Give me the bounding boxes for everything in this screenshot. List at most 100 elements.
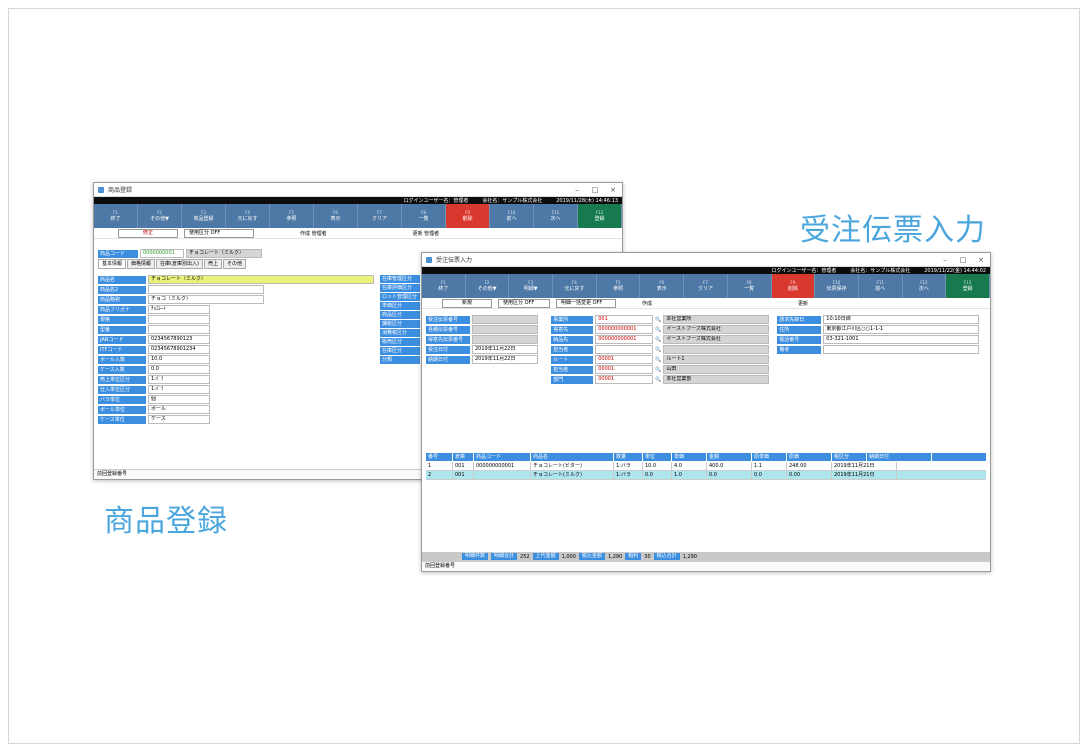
field-input[interactable]: ボール (148, 405, 210, 414)
toolbar-button[interactable]: F4 元に戻す (226, 204, 270, 228)
field-input[interactable]: 個 (148, 395, 210, 404)
code-input[interactable]: 00001 (595, 355, 654, 364)
toolbar-button[interactable]: F11 次へ (534, 204, 578, 228)
field-input[interactable]: ﾁｮｺﾚｰﾄ (148, 305, 210, 314)
field-input[interactable]: 0234567890123 (148, 335, 210, 344)
grid-cell[interactable]: 4.0 (672, 462, 707, 470)
code-field[interactable]: 0000000001 (140, 249, 184, 258)
tab-3[interactable]: 売上 (203, 259, 222, 269)
grid-cell[interactable]: 248.00 (787, 462, 832, 470)
search-icon[interactable]: 🔍 (655, 317, 661, 323)
field-input[interactable]: 02345678901234 (148, 345, 210, 354)
tab-0[interactable]: 基本情報 (98, 259, 127, 269)
grid-cell[interactable]: 000000000001 (474, 462, 531, 470)
toolbar-button[interactable]: F10 伝票保存 (815, 274, 859, 298)
field-input[interactable] (472, 315, 538, 324)
grid-cell[interactable]: チョコレート(ビター) (531, 462, 614, 470)
field-input[interactable]: ケース (148, 415, 210, 424)
grid-cell[interactable]: 1 (426, 462, 453, 470)
field-input[interactable] (472, 325, 538, 334)
toolbar-button[interactable]: F4 元に戻す (553, 274, 597, 298)
grid-cell[interactable]: 0.00 (787, 471, 832, 479)
grid-cell[interactable]: チョコレート(ミルク) (531, 471, 614, 479)
tab-1[interactable]: 価格情報 (127, 259, 156, 269)
toolbar-button[interactable]: F12 次へ (903, 274, 947, 298)
code-input[interactable]: 001 (595, 315, 654, 324)
toolbar-button[interactable]: F10 前へ (490, 204, 534, 228)
search-icon[interactable]: 🔍 (655, 367, 661, 373)
toolbar-button[interactable]: F3 商品登録 (182, 204, 226, 228)
toolbar-button[interactable]: F7 クリア (684, 274, 728, 298)
field-input[interactable] (148, 315, 210, 324)
grid-row[interactable]: 1 001 000000000001 チョコレート(ビター) 1:バラ 10.0 4.0 40… (426, 462, 986, 471)
grid-cell[interactable]: 1.1 (752, 462, 787, 470)
toolbar-button[interactable]: F2 その他▼ (466, 274, 510, 298)
grid-cell[interactable]: 001 (453, 462, 474, 470)
search-icon[interactable]: 🔍 (655, 337, 661, 343)
toolbar-button[interactable]: F3 明細▼ (509, 274, 554, 298)
toolbar-button[interactable]: F13 登録 (946, 274, 990, 298)
maximize-icon[interactable]: □ (586, 186, 604, 194)
usage-flag[interactable]: 使用区分 OFF (184, 228, 254, 238)
minimize-icon[interactable]: – (936, 256, 954, 264)
search-icon[interactable]: 🔍 (655, 327, 661, 333)
field-input[interactable]: 10:10日締 (823, 315, 980, 324)
field-input[interactable]: 2019年11月22日 (472, 345, 538, 354)
grid-cell[interactable]: 1:バラ (614, 471, 643, 479)
toolbar-button[interactable]: F9 削除 (446, 204, 490, 228)
minimize-icon[interactable]: – (568, 186, 586, 194)
field-input[interactable]: 1:ﾊﾞﾗ (148, 385, 210, 394)
grid-cell[interactable]: 0.0 (707, 471, 752, 479)
code-input[interactable]: 00001 (595, 365, 654, 374)
maximize-icon[interactable]: □ (954, 256, 972, 264)
toolbar-button[interactable]: F11 前へ (859, 274, 903, 298)
tab-4[interactable]: その他 (222, 259, 246, 269)
toolbar-button[interactable]: F8 一覧 (728, 274, 772, 298)
grid-cell[interactable]: 1:バラ (614, 462, 643, 470)
bulk-change-flag[interactable]: 明細一括変更 OFF (556, 298, 616, 308)
grid-cell[interactable]: 0.0 (752, 471, 787, 479)
field-input[interactable]: 1:ﾊﾞﾗ (148, 375, 210, 384)
grid-cell[interactable]: 10.0 (643, 462, 672, 470)
toolbar-button[interactable]: F8 一覧 (402, 204, 446, 228)
field-input[interactable]: 東京都江戸川区○○1-1-1 (823, 325, 980, 334)
code-input[interactable]: 00001 (595, 375, 654, 384)
grid-cell[interactable]: 2 (426, 471, 453, 479)
grid-cell[interactable]: 2019年11月21日 (832, 471, 897, 479)
grid-cell[interactable]: 2019年11月21日 (832, 462, 897, 470)
field-input[interactable] (148, 325, 210, 334)
field-input[interactable]: 03-321-1001 (823, 335, 980, 344)
grid-cell[interactable]: 1.0 (672, 471, 707, 479)
grid-cell[interactable] (474, 471, 531, 479)
close-icon[interactable]: × (972, 256, 990, 264)
toolbar-button[interactable]: F7 クリア (358, 204, 402, 228)
toolbar-button[interactable]: F1 終了 (94, 204, 138, 228)
field-input[interactable] (823, 345, 980, 354)
toolbar-button[interactable]: F6 表示 (314, 204, 358, 228)
search-icon[interactable]: 🔍 (655, 347, 661, 353)
toolbar-button[interactable]: F5 参照 (597, 274, 641, 298)
grid-cell[interactable]: 400.0 (707, 462, 752, 470)
search-icon[interactable]: 🔍 (655, 357, 661, 363)
grid-row[interactable]: 2 001 チョコレート(ミルク) 1:バラ 0.0 1.0 0.0 0.0 0.00 2019年… (426, 471, 986, 480)
field-input[interactable] (472, 335, 538, 344)
toolbar-button[interactable]: F12 登録 (578, 204, 622, 228)
code-input[interactable]: 000000000001 (595, 325, 654, 334)
close-icon[interactable]: × (604, 186, 622, 194)
toolbar-button[interactable]: F5 参照 (270, 204, 314, 228)
field-input[interactable]: チョコレート（ミルク） (148, 275, 374, 284)
field-input[interactable]: 0.0 (148, 365, 210, 374)
field-input[interactable] (148, 285, 264, 294)
search-icon[interactable]: 🔍 (655, 377, 661, 383)
tab-2[interactable]: 在庫(倉庫別出入) (156, 259, 203, 269)
usage-flag[interactable]: 使用区分 OFF (498, 298, 550, 308)
toolbar-button[interactable]: F1 終了 (422, 274, 466, 298)
field-input[interactable]: 10.0 (148, 355, 210, 364)
toolbar-button[interactable]: F9 削除 (771, 274, 816, 298)
code-input[interactable]: 000000000001 (595, 335, 654, 344)
code-input[interactable] (595, 345, 654, 354)
grid-cell[interactable]: 001 (453, 471, 474, 479)
field-input[interactable]: チョコ（ミルク） (148, 295, 264, 304)
toolbar-button[interactable]: F6 表示 (640, 274, 685, 298)
toolbar-button[interactable]: F2 その他▼ (138, 204, 182, 228)
